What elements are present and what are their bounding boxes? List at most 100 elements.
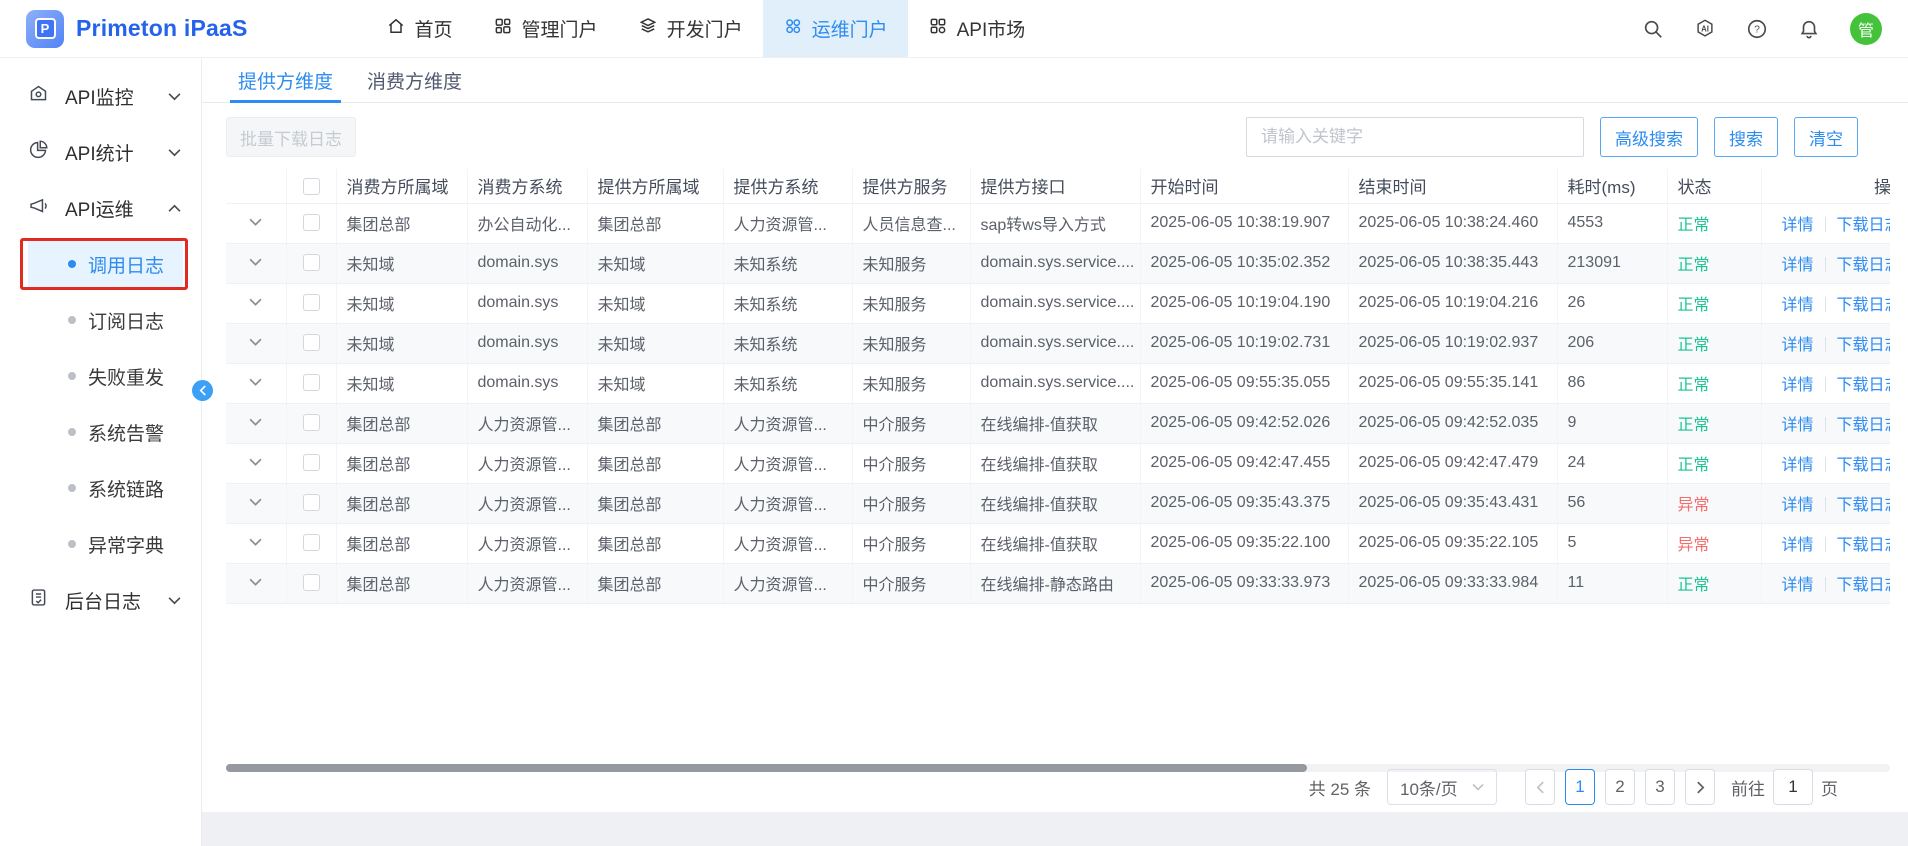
svg-text:AI: AI [1701,24,1709,33]
cell-actions: 详情 下载日志 [1761,323,1890,363]
row-checkbox[interactable] [303,494,320,511]
detail-link[interactable]: 详情 [1782,377,1814,394]
detail-link[interactable]: 详情 [1782,337,1814,354]
sidebar-item-subscription-logs[interactable]: 订阅日志 [0,292,201,348]
detail-link[interactable]: 详情 [1782,217,1814,234]
row-checkbox[interactable] [303,254,320,271]
search-button[interactable]: 搜索 [1714,117,1778,157]
nav-item-api-market[interactable]: API市场 [908,0,1046,57]
row-checkbox[interactable] [303,574,320,591]
page-size-select[interactable]: 10条/页 [1387,769,1497,805]
cell-start-time: 2025-06-05 10:38:19.907 [1140,203,1348,243]
download-log-link[interactable]: 下载日志 [1837,377,1890,394]
cell-end-time: 2025-06-05 09:42:47.479 [1348,443,1557,483]
download-log-link[interactable]: 下载日志 [1837,537,1890,554]
detail-link[interactable]: 详情 [1782,257,1814,274]
goto-page-input[interactable] [1773,769,1813,805]
sidebar-item-api-statistics[interactable]: API统计 [0,124,201,180]
detail-link[interactable]: 详情 [1782,297,1814,314]
row-checkbox[interactable] [303,334,320,351]
cell-select [286,323,336,363]
chevron-right-icon [1696,781,1705,794]
tab-provider-dimension[interactable]: 提供方维度 [236,58,335,102]
detail-link[interactable]: 详情 [1782,577,1814,594]
download-log-link[interactable]: 下载日志 [1837,337,1890,354]
advanced-search-button[interactable]: 高级搜索 [1600,117,1698,157]
sidebar-item-api-monitor[interactable]: API监控 [0,68,201,124]
sidebar-item-failure-resend[interactable]: 失败重发 [0,348,201,404]
action-divider [1825,577,1826,592]
sidebar-item-system-alerts[interactable]: 系统告警 [0,404,201,460]
row-expand-icon[interactable] [249,534,262,551]
user-avatar[interactable]: 管 [1850,13,1882,45]
cell-actions: 详情 下载日志 [1761,283,1890,323]
cell-end-time: 2025-06-05 10:19:02.937 [1348,323,1557,363]
detail-link[interactable]: 详情 [1782,537,1814,554]
table-row: 集团总部人力资源管...集团总部人力资源管...中介服务在线编排-值获取2025… [226,483,1890,523]
row-checkbox[interactable] [303,454,320,471]
horizontal-scrollbar-thumb[interactable] [226,764,1307,772]
download-log-link[interactable]: 下载日志 [1837,217,1890,234]
row-checkbox[interactable] [303,414,320,431]
sidebar-item-api-ops[interactable]: API运维 [0,180,201,236]
row-checkbox[interactable] [303,374,320,391]
row-expand-icon[interactable] [249,494,262,511]
row-expand-icon[interactable] [249,414,262,431]
cell-provider-service: 中介服务 [852,403,970,443]
download-log-link[interactable]: 下载日志 [1837,257,1890,274]
sidebar-item-label: API运维 [65,195,134,222]
help-icon[interactable]: ? [1746,18,1768,40]
download-log-link[interactable]: 下载日志 [1837,457,1890,474]
row-expand-icon[interactable] [249,574,262,591]
table-row: 未知域domain.sys未知域未知系统未知服务domain.sys.servi… [226,283,1890,323]
content-card: 提供方维度 消费方维度 批量下载日志 高级搜索 搜索 清空 [202,58,1908,812]
page-button-2[interactable]: 2 [1605,769,1635,805]
cell-provider-interface: domain.sys.service.... [970,323,1140,363]
column-header: 状态 [1667,169,1761,203]
nav-item-admin-portal[interactable]: 管理门户 [473,0,618,57]
row-expand-icon[interactable] [249,334,262,351]
cell-provider-system: 未知系统 [723,243,852,283]
row-checkbox[interactable] [303,214,320,231]
download-log-link[interactable]: 下载日志 [1837,577,1890,594]
row-checkbox[interactable] [303,534,320,551]
download-log-link[interactable]: 下载日志 [1837,497,1890,514]
row-expand-icon[interactable] [249,374,262,391]
row-expand-icon[interactable] [249,254,262,271]
tab-consumer-dimension[interactable]: 消费方维度 [365,58,464,102]
search-icon[interactable] [1642,18,1664,40]
row-expand-icon[interactable] [249,294,262,311]
nav-item-ops-portal[interactable]: 运维门户 [763,0,908,57]
row-checkbox[interactable] [303,294,320,311]
detail-link[interactable]: 详情 [1782,457,1814,474]
status-badge: 正常 [1678,257,1710,274]
cell-expander [226,443,286,483]
notification-bell-icon[interactable] [1798,18,1820,40]
nav-item-home[interactable]: 首页 [366,0,473,57]
batch-download-button[interactable]: 批量下载日志 [226,117,356,157]
sidebar-item-exception-dictionary[interactable]: 异常字典 [0,516,201,572]
clear-button[interactable]: 清空 [1794,117,1858,157]
row-expand-icon[interactable] [249,214,262,231]
download-log-link[interactable]: 下载日志 [1837,297,1890,314]
detail-link[interactable]: 详情 [1782,497,1814,514]
sidebar-collapse-toggle[interactable] [192,380,213,401]
select-all-checkbox[interactable] [303,178,320,195]
brand[interactable]: P Primeton iPaaS [26,10,248,48]
next-page-button[interactable] [1685,769,1715,805]
cell-expander [226,523,286,563]
prev-page-button[interactable] [1525,769,1555,805]
ai-assistant-icon[interactable]: AI [1694,18,1716,40]
nav-item-dev-portal[interactable]: 开发门户 [618,0,763,57]
sidebar-item-call-logs[interactable]: 调用日志 [0,236,201,292]
sidebar-item-system-trace[interactable]: 系统链路 [0,460,201,516]
page-button-1[interactable]: 1 [1565,769,1595,805]
nav-item-label: 首页 [415,15,453,42]
sidebar-item-backend-logs[interactable]: 后台日志 [0,572,201,628]
cell-status: 异常 [1667,483,1761,523]
download-log-link[interactable]: 下载日志 [1837,417,1890,434]
detail-link[interactable]: 详情 [1782,417,1814,434]
keyword-search-input[interactable] [1246,117,1584,157]
row-expand-icon[interactable] [249,454,262,471]
page-button-3[interactable]: 3 [1645,769,1675,805]
